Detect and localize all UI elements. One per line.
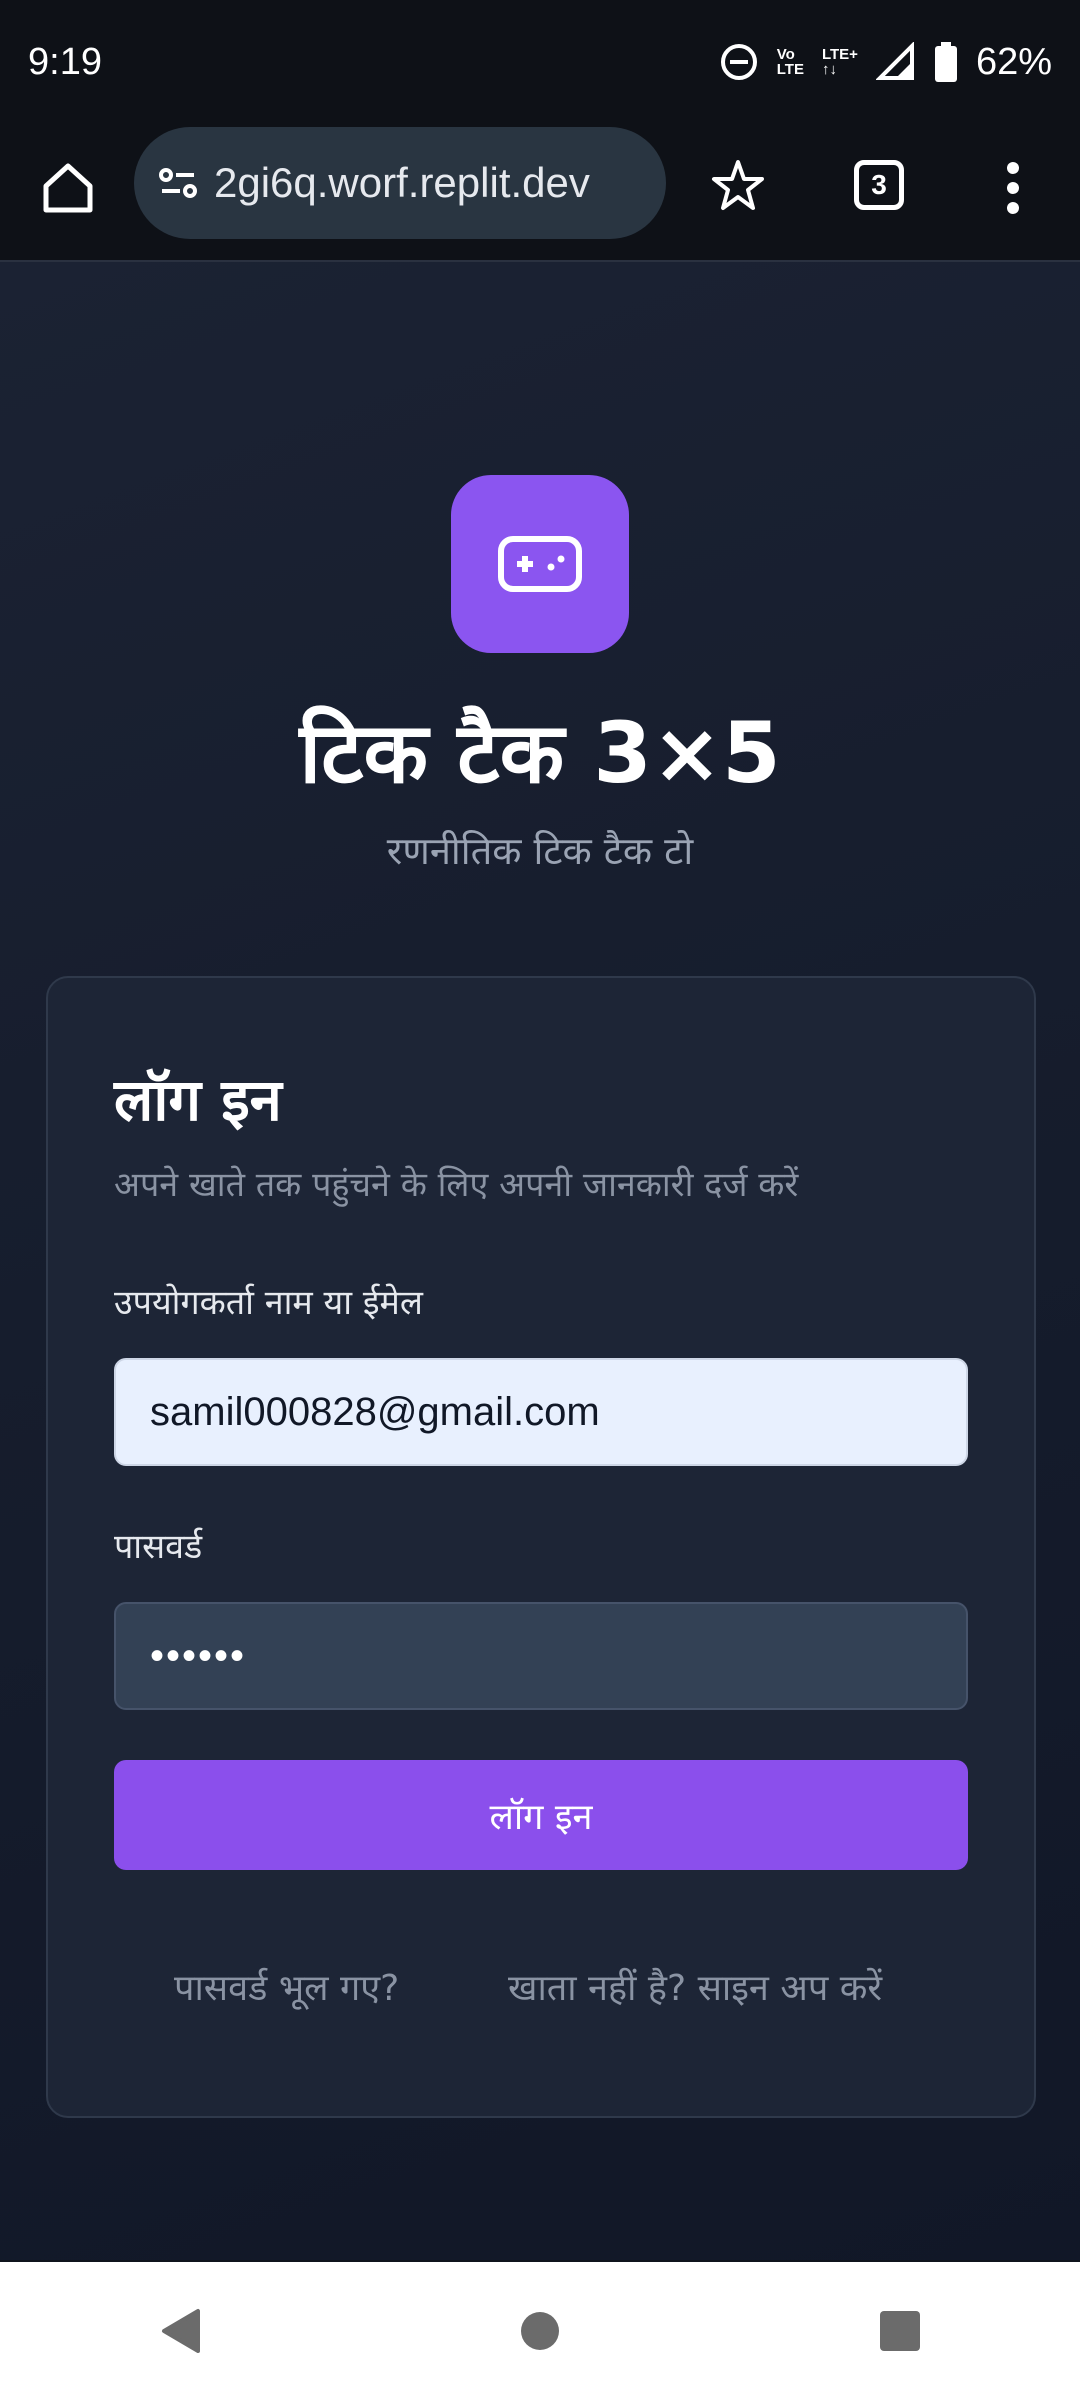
volte-icon: Vo LTE <box>776 46 804 78</box>
login-heading: लॉग इन <box>114 1066 282 1134</box>
status-time: 9:19 <box>28 40 102 83</box>
status-icons: Vo LTE LTE+ ↑↓ 62% <box>719 41 1052 84</box>
home-circle-icon <box>521 2312 559 2350</box>
username-label: उपयोगकर्ता नाम या ईमेल <box>114 1283 423 1323</box>
lte-plus-icon: LTE+ ↑↓ <box>821 46 858 78</box>
login-button[interactable]: लॉग इन <box>114 1760 968 1870</box>
star-icon[interactable] <box>708 156 768 216</box>
login-description: अपने खाते तक पहुंचने के लिए अपनी जानकारी… <box>114 1165 799 1205</box>
system-navigation-bar <box>0 2262 1080 2400</box>
battery-icon <box>934 42 957 82</box>
do-not-disturb-icon <box>720 44 757 80</box>
battery-percent: 62% <box>975 40 1052 83</box>
app-title: टिक टैक 3×5 <box>299 704 781 802</box>
app-subtitle: रणनीतिक टिक टैक टो <box>386 829 694 873</box>
nav-recents-button[interactable] <box>865 2296 935 2366</box>
username-input[interactable]: samil000828@gmail.com <box>114 1358 968 1466</box>
password-input[interactable]: •••••• <box>114 1602 968 1710</box>
nav-home-button[interactable] <box>505 2296 575 2366</box>
nav-back-button[interactable] <box>145 2296 215 2366</box>
back-triangle-icon <box>162 2309 200 2353</box>
address-bar[interactable]: 2gi6q.worf.replit.dev <box>134 127 666 239</box>
tab-switcher-button[interactable]: 3 <box>854 160 904 210</box>
page-content: टिक टैक 3×5 रणनीतिक टिक टैक टो लॉग इन अप… <box>0 262 1080 2260</box>
password-label: पासवर्ड <box>114 1527 203 1567</box>
recents-square-icon <box>880 2311 920 2351</box>
browser-toolbar: 2gi6q.worf.replit.dev 3 <box>0 124 1080 262</box>
home-icon[interactable] <box>38 158 98 218</box>
signal-icon <box>875 42 914 80</box>
status-bar: 9:19 Vo LTE LTE+ ↑↓ 62% <box>0 0 1080 124</box>
app-logo <box>451 475 629 653</box>
login-card: लॉग इन अपने खाते तक पहुंचने के लिए अपनी … <box>46 976 1036 2118</box>
url-text: 2gi6q.worf.replit.dev <box>214 159 590 206</box>
forgot-password-link[interactable]: पासवर्ड भूल गए? <box>174 1962 399 2011</box>
tune-icon[interactable] <box>154 159 202 207</box>
gamepad-icon <box>498 536 582 592</box>
more-vert-icon[interactable] <box>1000 158 1026 218</box>
signup-link[interactable]: खाता नहीं है? साइन अप करें <box>508 1962 882 2011</box>
